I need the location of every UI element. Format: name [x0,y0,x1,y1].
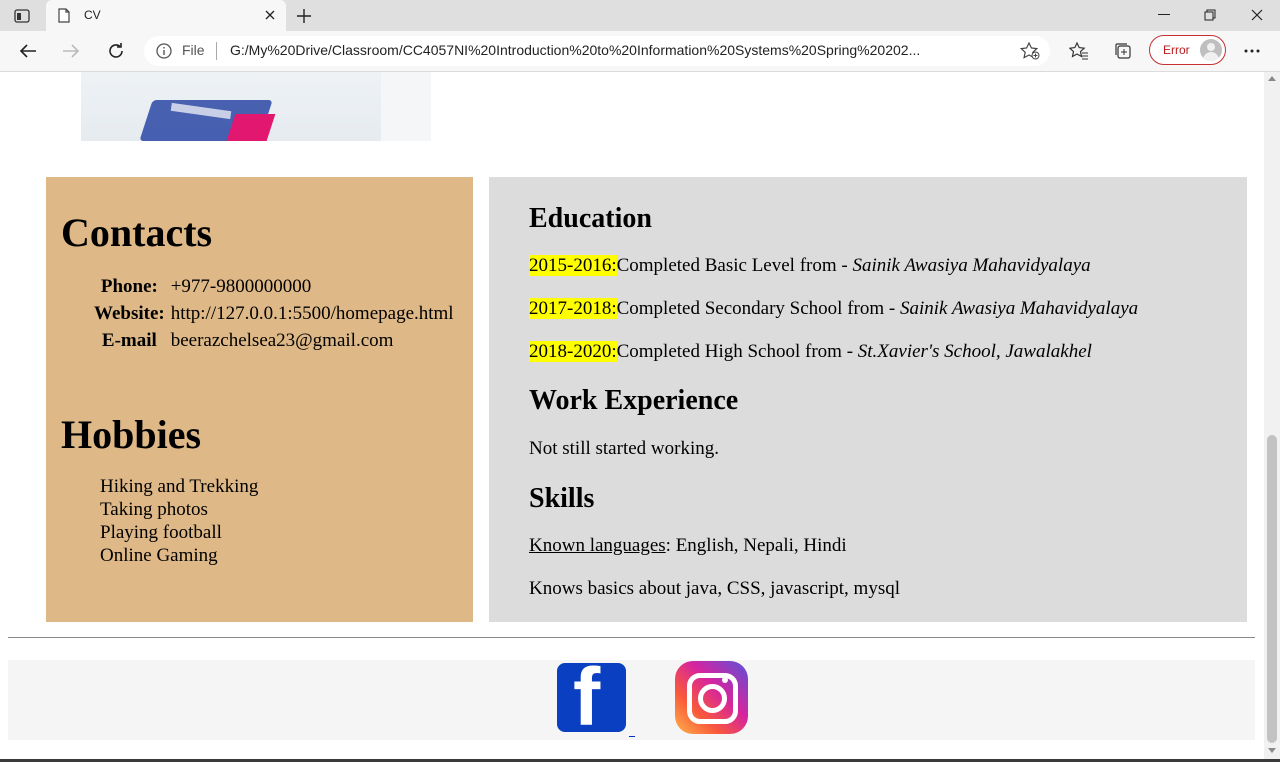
list-item: Playing football [100,522,222,543]
minimize-icon[interactable] [1150,4,1178,26]
website-value: http://127.0.0.1:5500/homepage.html [170,302,454,324]
table-row: Website: http://127.0.0.1:5500/homepage.… [91,300,457,327]
instagram-icon[interactable] [675,661,748,734]
more-icon[interactable] [1240,40,1264,62]
refresh-icon[interactable] [104,40,128,62]
favorites-icon[interactable] [1067,40,1091,62]
education-school: St.Xavier's School, Jawalakhel [857,341,1092,362]
list-item: Hiking and Trekking [100,476,259,497]
left-panel: Contacts Phone: +977-9800000000 Website:… [46,177,473,622]
list-item: Taking photos [100,499,208,520]
table-row: E-mail beerazchelsea23@gmail.com [91,327,457,354]
scrollbar[interactable] [1264,72,1280,762]
education-school: Sainik Awasiya Mahavidyalaya [852,255,1091,276]
profile-photo [81,72,431,141]
known-languages: Known languages: English, Nepali, Hindi [529,535,847,557]
list-item: Online Gaming [100,545,218,566]
tab-actions-icon[interactable] [12,7,32,25]
email-label: E-mail [101,329,157,351]
page-viewport: Contacts Phone: +977-9800000000 Website:… [0,72,1264,762]
scroll-up-arrow-icon[interactable] [1268,76,1276,81]
work-experience-text: Not still started working. [529,438,719,459]
url-separator [216,42,217,60]
facebook-icon[interactable]: f [557,663,626,732]
link-underline [629,736,635,737]
phone-value: +977-9800000000 [170,275,312,297]
phone-label: Phone: [100,275,158,297]
close-window-icon[interactable] [1243,4,1271,26]
skills-heading: Skills [529,483,595,514]
avatar [1200,39,1222,61]
tab-title: CV [84,8,101,22]
contacts-heading: Contacts [61,210,213,255]
tab-strip: CV [0,0,1280,31]
page-icon [58,8,70,28]
add-favorite-icon[interactable] [1019,41,1040,65]
scroll-thumb[interactable] [1267,435,1277,743]
footer: f [8,660,1255,740]
collections-icon[interactable] [1111,40,1135,62]
url-scheme-label: File [182,42,205,58]
right-panel: Education 2015-2016:Completed Basic Leve… [489,177,1247,622]
hobbies-heading: Hobbies [61,412,202,457]
education-years: 2017-2018: [529,298,617,319]
address-bar: File G:/My%20Drive/Classroom/CC4057NI%20… [0,31,1280,72]
education-years: 2015-2016: [529,255,617,276]
close-tab-icon[interactable] [262,7,278,23]
contacts-table: Phone: +977-9800000000 Website: http://1… [91,273,457,354]
info-icon[interactable] [156,43,172,64]
website-label: Website: [94,302,165,324]
email-value: beerazchelsea23@gmail.com [170,329,394,351]
work-experience-heading: Work Experience [529,385,739,416]
tech-skills: Knows basics about java, CSS, javascript… [529,578,900,599]
education-entry: 2015-2016:Completed Basic Level from - S… [529,255,1091,277]
education-heading: Education [529,203,652,234]
education-years: 2018-2020: [529,341,617,362]
scroll-down-arrow-icon[interactable] [1268,748,1276,753]
tab-cv[interactable]: CV [46,0,286,31]
education-entry: 2018-2020:Completed High School from - S… [529,341,1092,363]
education-text: Completed Secondary School from - [616,298,900,319]
education-text: Completed Basic Level from - [616,255,853,276]
known-languages-value: : English, Nepali, Hindi [665,535,847,556]
url-bar[interactable]: File G:/My%20Drive/Classroom/CC4057NI%20… [144,36,1050,66]
known-languages-label: Known languages [529,535,666,556]
forward-icon[interactable] [59,40,83,62]
education-entry: 2017-2018:Completed Secondary School fro… [529,298,1138,320]
table-row: Phone: +977-9800000000 [91,273,457,300]
hobbies-list: Hiking and Trekking Taking photos Playin… [100,475,258,567]
back-icon[interactable] [16,40,40,62]
education-text: Completed High School from - [616,341,858,362]
new-tab-icon[interactable] [294,6,314,26]
profile-button[interactable]: Error [1149,35,1226,65]
url-text[interactable]: G:/My%20Drive/Classroom/CC4057NI%20Intro… [230,42,1010,58]
restore-icon[interactable] [1196,4,1224,26]
profile-status: Error [1163,43,1190,57]
divider [8,637,1255,638]
education-school: Sainik Awasiya Mahavidyalaya [899,298,1139,319]
